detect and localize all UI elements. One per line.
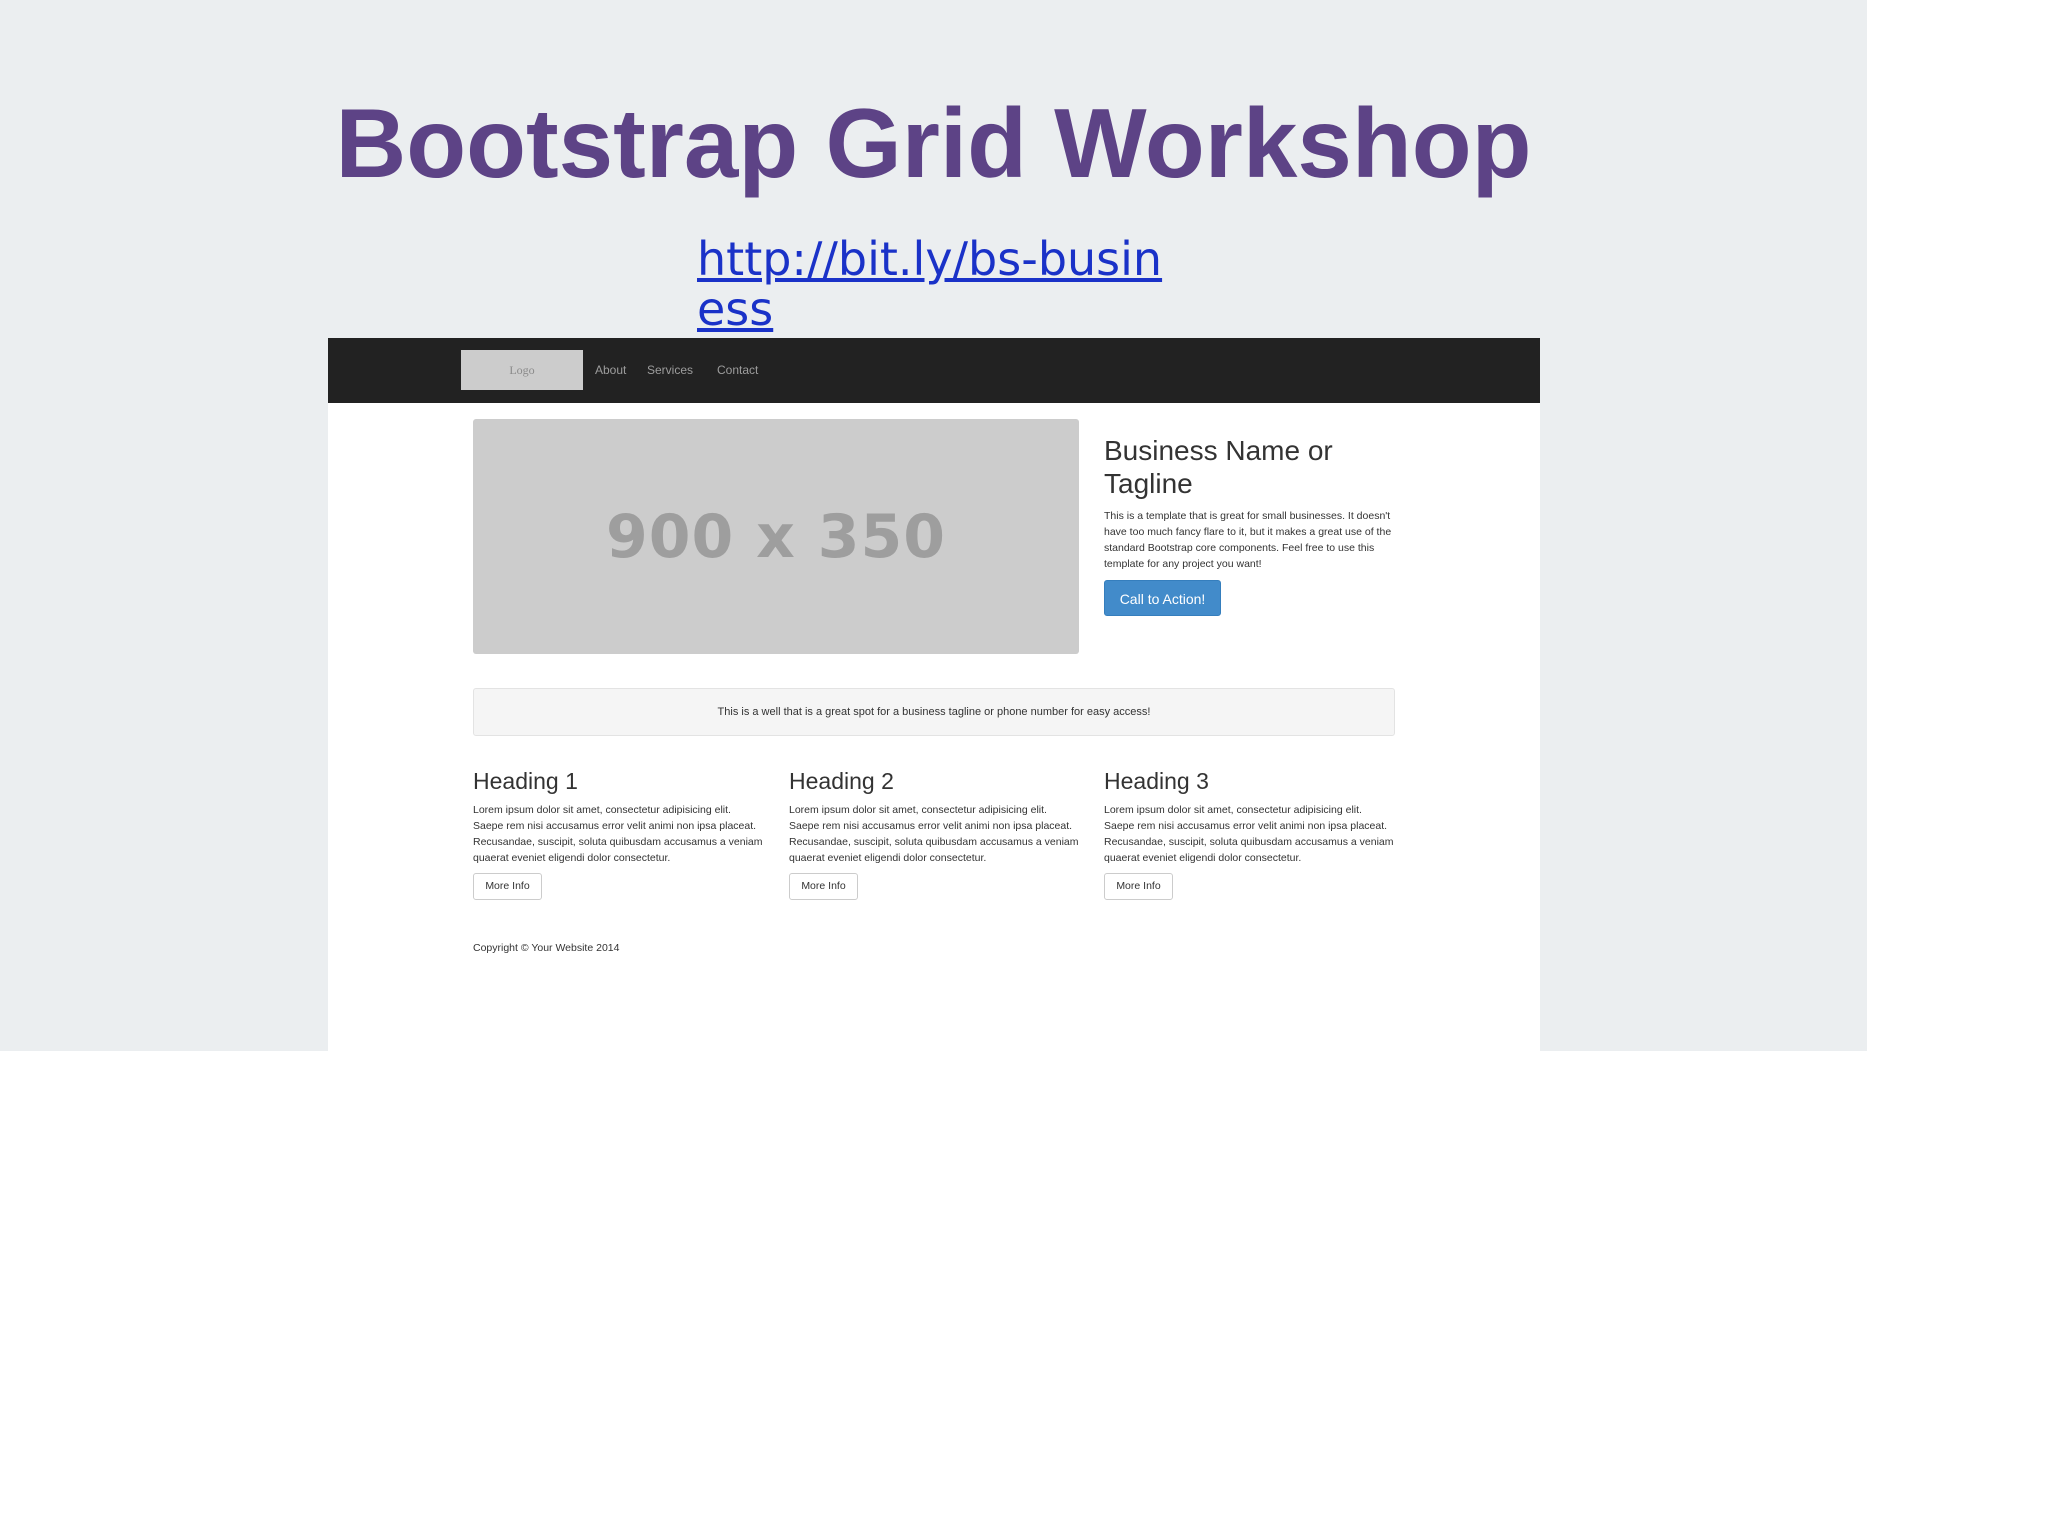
hero-text: This is a template that is great for sma…: [1104, 510, 1392, 570]
more-info-button[interactable]: More Info: [789, 873, 858, 900]
column-heading: Heading 2: [789, 768, 894, 794]
nav-link-services[interactable]: Services: [647, 338, 693, 403]
column-1: Heading 1 Lorem ipsum dolor sit amet, co…: [473, 766, 763, 900]
tagline-well: This is a well that is a great spot for …: [473, 688, 1395, 736]
navbar-logo[interactable]: Logo: [461, 350, 583, 390]
nav-link-about[interactable]: About: [595, 338, 626, 403]
footer-copyright: Copyright © Your Website 2014: [473, 942, 620, 954]
workshop-link[interactable]: http://bit.ly/bs-business: [697, 234, 1187, 334]
column-text: Lorem ipsum dolor sit amet, consectetur …: [1104, 804, 1394, 864]
slide-title: Bootstrap Grid Workshop: [335, 88, 1532, 198]
website-screenshot: Logo About Services Contact 900 x 350 Bu…: [328, 338, 1540, 1051]
nav-link-contact[interactable]: Contact: [717, 338, 758, 403]
more-info-button[interactable]: More Info: [473, 873, 542, 900]
hero-title: Business Name or Tagline: [1104, 435, 1333, 499]
column-heading: Heading 1: [473, 768, 578, 794]
navbar: Logo About Services Contact: [328, 338, 1540, 403]
call-to-action-button[interactable]: Call to Action!: [1104, 580, 1221, 616]
column-3: Heading 3 Lorem ipsum dolor sit amet, co…: [1104, 766, 1394, 900]
column-text: Lorem ipsum dolor sit amet, consectetur …: [473, 804, 763, 864]
column-2: Heading 2 Lorem ipsum dolor sit amet, co…: [789, 766, 1079, 900]
slide: Bootstrap Grid Workshop http://bit.ly/bs…: [0, 0, 1867, 1051]
column-heading: Heading 3: [1104, 768, 1209, 794]
hero-image-placeholder: 900 x 350: [473, 419, 1079, 654]
more-info-button[interactable]: More Info: [1104, 873, 1173, 900]
column-text: Lorem ipsum dolor sit amet, consectetur …: [789, 804, 1079, 864]
